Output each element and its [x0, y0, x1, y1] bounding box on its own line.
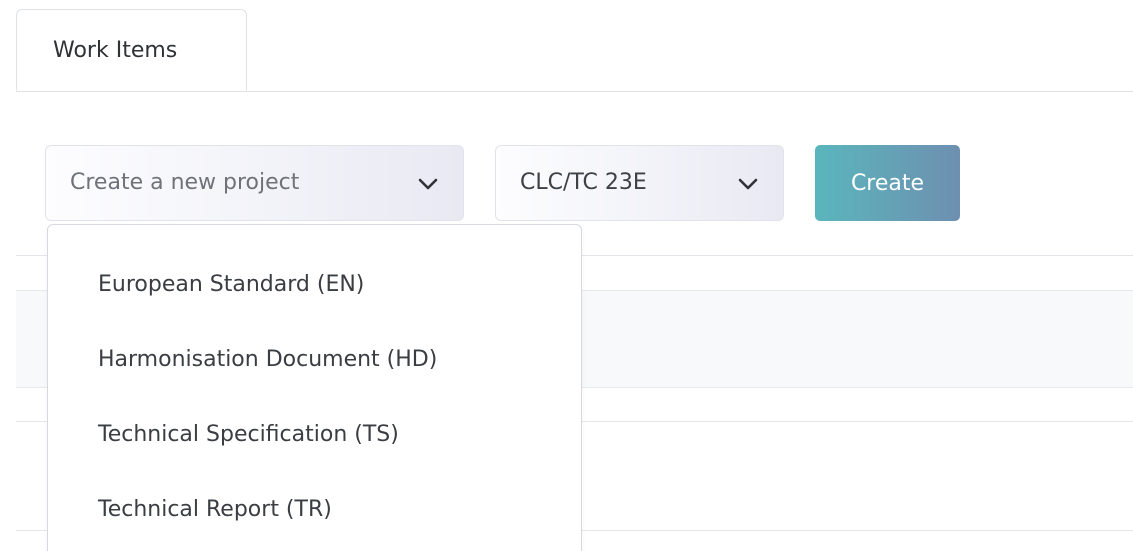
- tab-work-items[interactable]: Work Items: [16, 9, 247, 91]
- create-button[interactable]: Create: [815, 145, 960, 221]
- project-type-select[interactable]: Create a new project: [45, 145, 464, 221]
- chevron-down-icon: [738, 178, 758, 190]
- project-type-dropdown-menu: European Standard (EN) Harmonisation Doc…: [47, 224, 582, 551]
- dropdown-option-en[interactable]: European Standard (EN): [48, 255, 581, 330]
- project-type-placeholder: Create a new project: [70, 170, 300, 195]
- committee-select-value: CLC/TC 23E: [520, 170, 647, 195]
- chevron-down-icon: [418, 178, 438, 190]
- work-items-page: Work Items Create a new project CLC/TC 2…: [0, 0, 1133, 551]
- tab-strip: Work Items: [16, 9, 1133, 92]
- committee-select[interactable]: CLC/TC 23E: [495, 145, 784, 221]
- dropdown-option-tr[interactable]: Technical Report (TR): [48, 480, 581, 551]
- dropdown-option-hd[interactable]: Harmonisation Document (HD): [48, 330, 581, 405]
- dropdown-option-ts[interactable]: Technical Specification (TS): [48, 405, 581, 480]
